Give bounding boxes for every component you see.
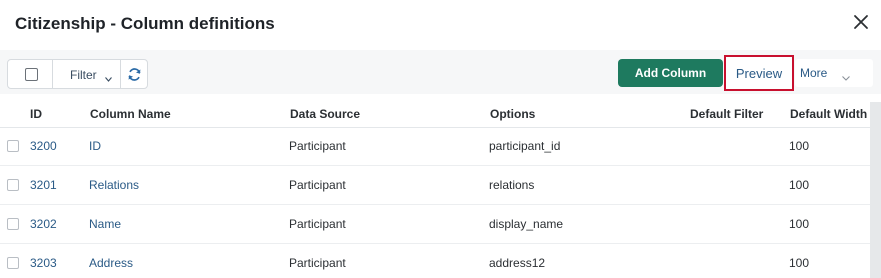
row-data-source: Participant: [289, 217, 346, 231]
dialog-title: Citizenship - Column definitions: [15, 14, 275, 33]
vertical-scrollbar[interactable]: [870, 102, 881, 278]
column-header-id[interactable]: ID: [30, 107, 42, 121]
preview-button[interactable]: Preview: [724, 55, 794, 91]
row-options: display_name: [489, 217, 564, 231]
row-options: address12: [489, 256, 546, 270]
chevron-down-icon: [842, 70, 850, 84]
table-row: 3201 Relations Participant relations 100: [0, 166, 870, 205]
row-options: relations: [489, 178, 535, 192]
filter-dropdown[interactable]: Filter: [53, 60, 121, 88]
row-id-link[interactable]: 3200: [30, 139, 57, 153]
filter-label: Filter: [70, 68, 97, 82]
table-header: ID Column Name Data Source Options Defau…: [0, 97, 870, 128]
column-header-column-name[interactable]: Column Name: [90, 107, 171, 121]
select-all-checkbox[interactable]: [8, 60, 53, 88]
table-row: 3203 Address Participant address12 100: [0, 244, 870, 278]
row-id-link[interactable]: 3202: [30, 217, 57, 231]
row-data-source: Participant: [289, 139, 346, 153]
column-header-data-source[interactable]: Data Source: [290, 107, 360, 121]
row-column-name-link[interactable]: Name: [89, 217, 121, 231]
row-data-source: Participant: [289, 256, 346, 270]
row-id-link[interactable]: 3203: [30, 256, 57, 270]
table-tool-group: Filter: [7, 59, 148, 89]
row-checkbox[interactable]: [7, 140, 19, 152]
refresh-icon: [128, 68, 141, 81]
table-row: 3200 ID Participant participant_id 100: [0, 127, 870, 166]
dialog-header: Citizenship - Column definitions: [0, 0, 881, 50]
row-data-source: Participant: [289, 178, 346, 192]
table-row: 3202 Name Participant display_name 100: [0, 205, 870, 244]
refresh-button[interactable]: [121, 60, 148, 88]
row-checkbox[interactable]: [7, 218, 19, 230]
add-column-button[interactable]: Add Column: [618, 59, 723, 87]
row-default-width: 100: [789, 178, 810, 192]
chevron-down-icon: [105, 71, 112, 85]
more-label: More: [800, 66, 828, 80]
row-checkbox[interactable]: [7, 257, 19, 269]
more-dropdown[interactable]: More: [795, 59, 873, 87]
row-column-name-link[interactable]: ID: [89, 139, 101, 153]
row-id-link[interactable]: 3201: [30, 178, 57, 192]
row-checkbox[interactable]: [7, 179, 19, 191]
row-options: participant_id: [489, 139, 561, 153]
row-default-width: 100: [789, 217, 810, 231]
column-header-default-filter[interactable]: Default Filter: [690, 107, 763, 121]
close-icon[interactable]: [851, 12, 871, 32]
row-default-width: 100: [789, 139, 810, 153]
row-default-width: 100: [789, 256, 810, 270]
row-column-name-link[interactable]: Relations: [89, 178, 139, 192]
column-header-default-width[interactable]: Default Width: [790, 107, 867, 121]
column-header-options[interactable]: Options: [490, 107, 535, 121]
row-column-name-link[interactable]: Address: [89, 256, 133, 270]
